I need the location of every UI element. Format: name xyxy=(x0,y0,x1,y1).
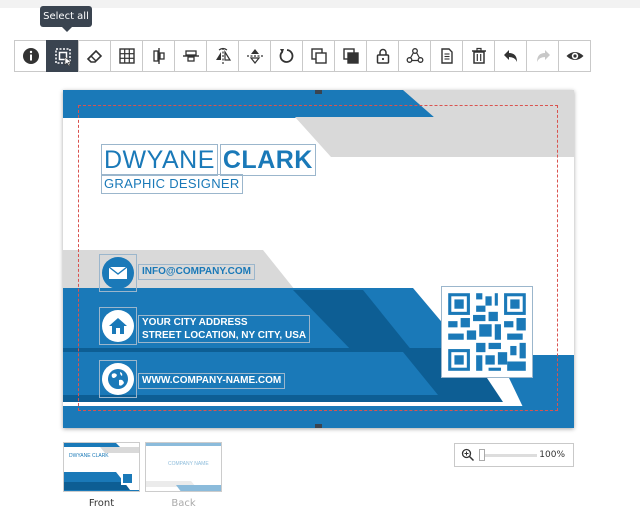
info-icon xyxy=(22,48,39,64)
group-button[interactable] xyxy=(398,40,431,72)
bring-forward-button[interactable] xyxy=(302,40,335,72)
qr-code[interactable] xyxy=(441,286,533,378)
thumbnail-back-preview: COMPANY NAME xyxy=(146,443,221,491)
thumbnail-front[interactable]: DWYANE CLARK xyxy=(63,442,140,492)
select-all-icon xyxy=(54,48,72,66)
zoom-slider-track[interactable] xyxy=(481,454,537,457)
eye-icon xyxy=(566,52,583,60)
grid-icon xyxy=(118,48,135,64)
select-all-button[interactable] xyxy=(46,40,79,72)
copy-icon xyxy=(440,48,453,64)
website-icon-box[interactable] xyxy=(99,360,137,398)
align-vertical-button[interactable] xyxy=(142,40,175,72)
trash-icon xyxy=(471,47,486,64)
rotate-button[interactable] xyxy=(270,40,303,72)
tooltip: Select all xyxy=(40,6,92,32)
send-backward-button[interactable] xyxy=(334,40,367,72)
qr-code-icon xyxy=(442,287,532,377)
top-handle[interactable] xyxy=(315,90,322,94)
zoom-control: 100% xyxy=(454,443,574,467)
redo-icon xyxy=(536,50,550,62)
grid-button[interactable] xyxy=(110,40,143,72)
last-name[interactable]: CLARK xyxy=(219,144,316,176)
thumbnail-front-preview: DWYANE CLARK xyxy=(64,443,139,491)
envelope-icon xyxy=(108,266,128,279)
flip-vertical-icon xyxy=(246,49,263,64)
address-icon-box[interactable] xyxy=(99,307,137,345)
delete-button[interactable] xyxy=(462,40,495,72)
lock-button[interactable] xyxy=(366,40,399,72)
zoom-value: 100% xyxy=(539,450,565,460)
svg-text:DWYANE CLARK: DWYANE CLARK xyxy=(69,453,109,459)
toolbar xyxy=(14,40,591,72)
page-label-back[interactable]: Back xyxy=(145,498,222,509)
align-vertical-icon xyxy=(152,48,165,64)
name-text[interactable]: DWYANE CLARK xyxy=(101,144,316,176)
group-icon xyxy=(406,48,423,63)
redo-button[interactable] xyxy=(526,40,559,72)
zoom-in-icon[interactable] xyxy=(461,448,475,462)
bring-forward-icon xyxy=(310,48,327,64)
lock-icon xyxy=(376,48,389,64)
first-name[interactable]: DWYANE xyxy=(101,144,218,176)
website-text[interactable]: WWW.COMPANY-NAME.COM xyxy=(138,373,286,389)
eraser-button[interactable] xyxy=(78,40,111,72)
flip-horizontal-icon xyxy=(215,47,231,64)
rotate-icon xyxy=(279,49,293,63)
send-backward-icon xyxy=(342,48,359,64)
thumbnail-back[interactable]: COMPANY NAME xyxy=(145,442,222,492)
address-text[interactable]: YOUR CITY ADDRESS STREET LOCATION, NY CI… xyxy=(138,315,311,343)
email-icon-circle xyxy=(102,257,134,289)
top-bar xyxy=(0,0,640,8)
address-line2: STREET LOCATION, NY CITY, USA xyxy=(142,330,307,341)
email-icon-box[interactable] xyxy=(99,254,137,292)
globe-icon xyxy=(108,369,128,389)
zoom-slider-thumb[interactable] xyxy=(479,449,485,461)
website-icon-circle xyxy=(102,363,134,395)
undo-icon xyxy=(503,50,517,62)
home-icon xyxy=(109,318,127,334)
tooltip-text: Select all xyxy=(43,11,89,22)
email-text[interactable]: INFO@COMPANY.COM xyxy=(138,264,256,280)
flip-vertical-button[interactable] xyxy=(238,40,271,72)
page-label-front[interactable]: Front xyxy=(63,498,140,509)
eraser-icon xyxy=(86,49,102,63)
undo-button[interactable] xyxy=(494,40,527,72)
job-title[interactable]: GRAPHIC DESIGNER xyxy=(101,174,243,194)
preview-button[interactable] xyxy=(558,40,591,72)
bottom-handle[interactable] xyxy=(315,424,322,428)
svg-text:COMPANY NAME: COMPANY NAME xyxy=(168,461,209,467)
address-icon-circle xyxy=(102,310,134,342)
address-line1: YOUR CITY ADDRESS xyxy=(142,317,248,328)
info-button[interactable] xyxy=(14,40,47,72)
align-horizontal-icon xyxy=(182,50,199,62)
business-card-canvas[interactable]: DWYANE CLARK GRAPHIC DESIGNER INFO@COMPA… xyxy=(63,90,574,428)
align-horizontal-button[interactable] xyxy=(174,40,207,72)
flip-horizontal-button[interactable] xyxy=(206,40,239,72)
copy-button[interactable] xyxy=(430,40,463,72)
